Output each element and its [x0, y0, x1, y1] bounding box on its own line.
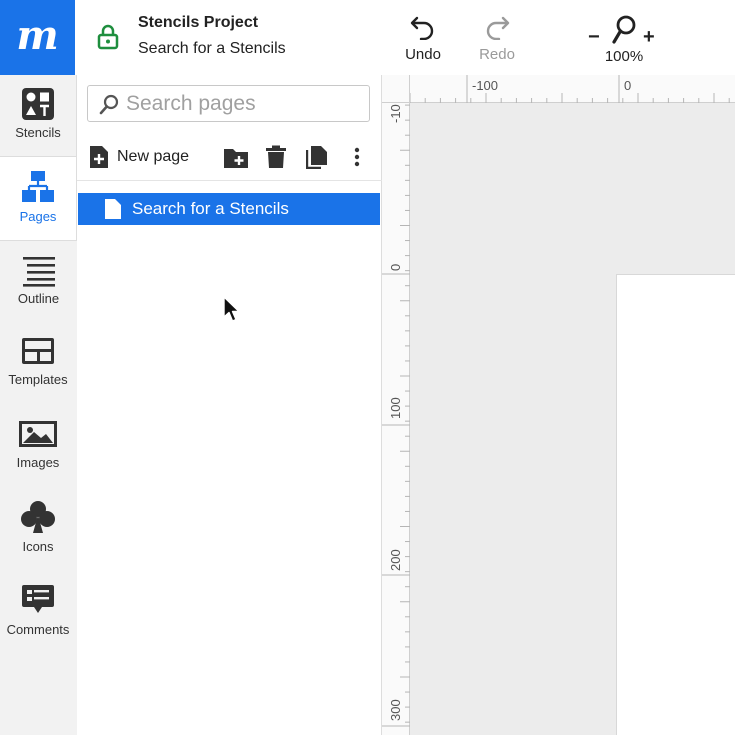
current-page-name: Search for a Stencils: [138, 40, 286, 57]
page-item-name: Search for a Stencils: [132, 199, 289, 218]
artboard[interactable]: [616, 274, 735, 735]
horizontal-ruler[interactable]: -100 0: [410, 75, 735, 103]
nav-comments-label: Comments: [6, 622, 70, 637]
top-bar: m Stencils Project Search for a Stencils…: [0, 0, 735, 75]
pages-panel: New page: [77, 75, 382, 735]
nav-comments[interactable]: Comments: [0, 570, 76, 652]
ruler-label-v-300: 300: [388, 699, 403, 721]
vertical-ruler[interactable]: -10 0 100 200 300: [382, 75, 410, 735]
nav-pages[interactable]: Pages: [0, 157, 76, 239]
zoom-out-button[interactable]: −: [588, 26, 600, 49]
add-folder-icon: [224, 149, 248, 168]
undo-icon: [410, 16, 434, 40]
app-logo[interactable]: m: [0, 0, 75, 75]
ruler-label-v-0: 0: [388, 263, 403, 271]
more-options-button[interactable]: [353, 145, 361, 174]
ruler-label-v-200: 200: [388, 549, 403, 571]
nav-icons[interactable]: Icons: [0, 487, 76, 569]
new-page-label: New page: [117, 148, 190, 165]
project-title[interactable]: Stencils Project: [138, 14, 258, 32]
add-folder-button[interactable]: [223, 145, 249, 174]
horizontal-ruler-ticks: [410, 75, 730, 103]
logo-letter: m: [16, 11, 59, 59]
new-page-button[interactable]: New page: [89, 145, 189, 169]
design-canvas[interactable]: -100 0 -10 0 100 200 300: [382, 75, 735, 735]
images-icon: [19, 421, 57, 447]
page-list-item[interactable]: Search for a Stencils: [78, 193, 380, 225]
stencils-icon: [22, 88, 54, 120]
trash-icon: [266, 145, 286, 168]
magnifier-icon[interactable]: [610, 14, 638, 46]
ruler-corner: [382, 75, 410, 103]
left-navigation: Stencils Pages Outline Templates Images …: [0, 75, 77, 735]
search-box[interactable]: [87, 85, 370, 122]
nav-templates[interactable]: Templates: [0, 322, 76, 404]
nav-stencils-label: Stencils: [15, 125, 61, 140]
more-vertical-icon: [354, 147, 360, 167]
nav-outline-label: Outline: [17, 291, 60, 306]
comments-icon: [22, 585, 54, 613]
zoom-control: − + 100%: [585, 12, 665, 67]
club-icon: [21, 501, 55, 533]
redo-button[interactable]: Redo: [467, 14, 527, 63]
pages-toolbar: New page: [77, 135, 382, 181]
duplicate-icon: [305, 146, 327, 170]
undo-button[interactable]: Undo: [393, 14, 453, 63]
nav-images[interactable]: Images: [0, 405, 76, 487]
mouse-cursor-icon: [223, 296, 240, 322]
templates-icon: [22, 338, 54, 364]
redo-label: Redo: [479, 46, 515, 63]
nav-stencils[interactable]: Stencils: [0, 75, 77, 157]
search-pages-input[interactable]: [126, 91, 361, 117]
redo-icon: [486, 16, 510, 40]
pages-icon: [22, 171, 54, 202]
nav-templates-label: Templates: [8, 372, 68, 387]
zoom-level[interactable]: 100%: [585, 48, 663, 65]
nav-images-label: Images: [16, 455, 60, 470]
ruler-label-neg100: -100: [472, 78, 499, 93]
delete-page-button[interactable]: [265, 145, 287, 174]
undo-label: Undo: [405, 46, 441, 63]
nav-outline[interactable]: Outline: [0, 240, 77, 322]
zoom-in-button[interactable]: +: [643, 26, 655, 49]
duplicate-page-button[interactable]: [305, 145, 328, 174]
page-icon: [105, 199, 121, 219]
lock-icon[interactable]: [97, 24, 119, 50]
outline-icon: [22, 257, 55, 287]
ruler-label-zero: 0: [624, 78, 632, 93]
ruler-label-v-100: 100: [388, 397, 403, 419]
search-icon: [99, 94, 119, 115]
nav-icons-label: Icons: [22, 539, 54, 554]
nav-pages-label: Pages: [19, 209, 57, 224]
new-page-icon: [90, 146, 108, 168]
ruler-label-v-neg10: -10: [388, 104, 403, 123]
